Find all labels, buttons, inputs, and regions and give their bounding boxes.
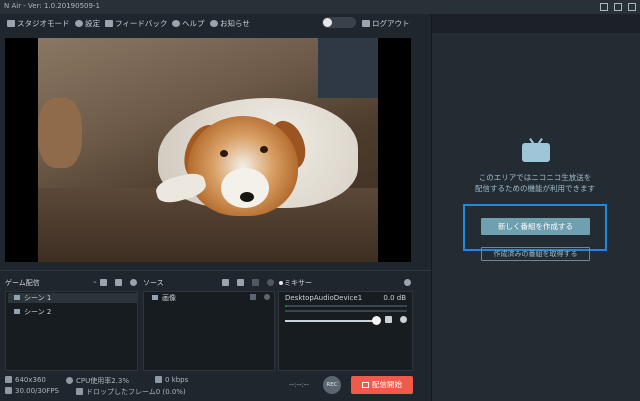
folder-add-icon[interactable] <box>222 279 229 286</box>
tv-icon <box>522 138 550 162</box>
stream-preview[interactable] <box>5 38 411 262</box>
fps-status: 30.00/30FPS <box>5 387 59 395</box>
add-source-icon[interactable] <box>237 279 244 286</box>
mixer-header: ミキサー <box>284 279 312 287</box>
source-item[interactable]: 画像 <box>152 293 176 303</box>
close-button[interactable] <box>628 3 636 11</box>
panel-header <box>432 14 640 33</box>
volume-slider-track[interactable] <box>285 320 377 322</box>
studio-mode-icon <box>7 20 15 27</box>
toggle-knob <box>323 18 332 27</box>
volume-meter <box>285 310 407 312</box>
resolution-status: 640x360 <box>5 376 46 384</box>
visibility-icon[interactable] <box>264 294 270 300</box>
app-window: N Air - Ver: 1.0.20190509-1 スタジオモード 設定 フ… <box>0 0 640 401</box>
trash-icon[interactable] <box>115 279 122 286</box>
volume-meter <box>285 305 407 307</box>
sources-dock: 画像 <box>143 291 275 371</box>
bitrate-icon <box>155 376 162 383</box>
scenes-dock: シーン 1 シーン 2 <box>5 291 138 371</box>
maximize-button[interactable] <box>614 3 622 11</box>
mixer-dot-icon <box>279 281 283 285</box>
news-button[interactable]: お知らせ <box>210 18 250 29</box>
create-program-button[interactable]: 新しく番組を作成する <box>481 218 590 235</box>
volume-slider-knob[interactable] <box>372 316 381 325</box>
trash-icon[interactable] <box>252 279 259 286</box>
cpu-status: CPU使用率2.3% <box>66 376 129 386</box>
dock-divider[interactable] <box>0 270 431 271</box>
scene-icon <box>14 309 20 314</box>
preview-image <box>38 38 378 262</box>
chevron-down-icon[interactable]: ⌄ <box>92 277 98 285</box>
feedback-button[interactable]: フィードバック <box>105 18 167 29</box>
cpu-icon <box>66 377 73 384</box>
lock-icon[interactable] <box>250 294 256 300</box>
scenes-header: ゲーム配信 <box>5 279 40 287</box>
info-icon <box>210 20 218 27</box>
feedback-icon <box>105 20 113 27</box>
start-stream-button[interactable]: 配信開始 <box>351 376 413 394</box>
logout-button[interactable]: ログアウト <box>362 18 410 29</box>
image-icon <box>152 295 158 300</box>
gear-icon <box>75 20 83 27</box>
sources-header: ソース <box>143 279 164 287</box>
add-scene-icon[interactable] <box>100 279 107 286</box>
dropped-frames-icon <box>76 388 83 395</box>
theme-toggle[interactable] <box>322 17 356 28</box>
rec-button[interactable]: REC <box>323 376 341 394</box>
gear-icon[interactable] <box>404 279 411 286</box>
volume-meter-fill <box>285 305 287 307</box>
audio-device-name: DesktopAudioDevice1 <box>285 294 363 302</box>
broadcast-icon <box>362 382 369 388</box>
bitrate-status: 0 kbps <box>155 376 188 384</box>
scene-item[interactable]: シーン 1 <box>8 293 138 303</box>
title-bar: N Air - Ver: 1.0.20190509-1 <box>0 0 640 14</box>
logout-icon <box>362 20 370 27</box>
minimize-button[interactable] <box>600 3 608 11</box>
fetch-program-button[interactable]: 作成済みの番組を取得する <box>481 247 590 261</box>
scene-icon <box>14 295 20 300</box>
monitor-icon <box>5 376 12 383</box>
settings-button[interactable]: 設定 <box>75 18 100 29</box>
panel-info-text: このエリアではニコニコ生放送を 配信するための機能が利用できます <box>475 173 595 193</box>
speaker-icon[interactable] <box>385 316 392 323</box>
mixer-dock: DesktopAudioDevice1 0.0 dB <box>278 291 413 371</box>
studio-mode-button[interactable]: スタジオモード <box>7 18 70 29</box>
gear-icon[interactable] <box>267 279 274 286</box>
fps-icon <box>5 387 12 394</box>
gear-icon[interactable] <box>130 279 137 286</box>
audio-level: 0.0 dB <box>383 294 406 302</box>
window-title: N Air - Ver: 1.0.20190509-1 <box>4 2 100 10</box>
gear-icon[interactable] <box>400 316 407 323</box>
stream-timer: --:--:-- <box>289 381 309 389</box>
dropped-frames-status: ドロップしたフレーム0 (0.0%) <box>76 387 186 397</box>
scene-item[interactable]: シーン 2 <box>14 307 51 317</box>
help-button[interactable]: ヘルプ <box>172 18 205 29</box>
help-icon <box>172 20 180 27</box>
